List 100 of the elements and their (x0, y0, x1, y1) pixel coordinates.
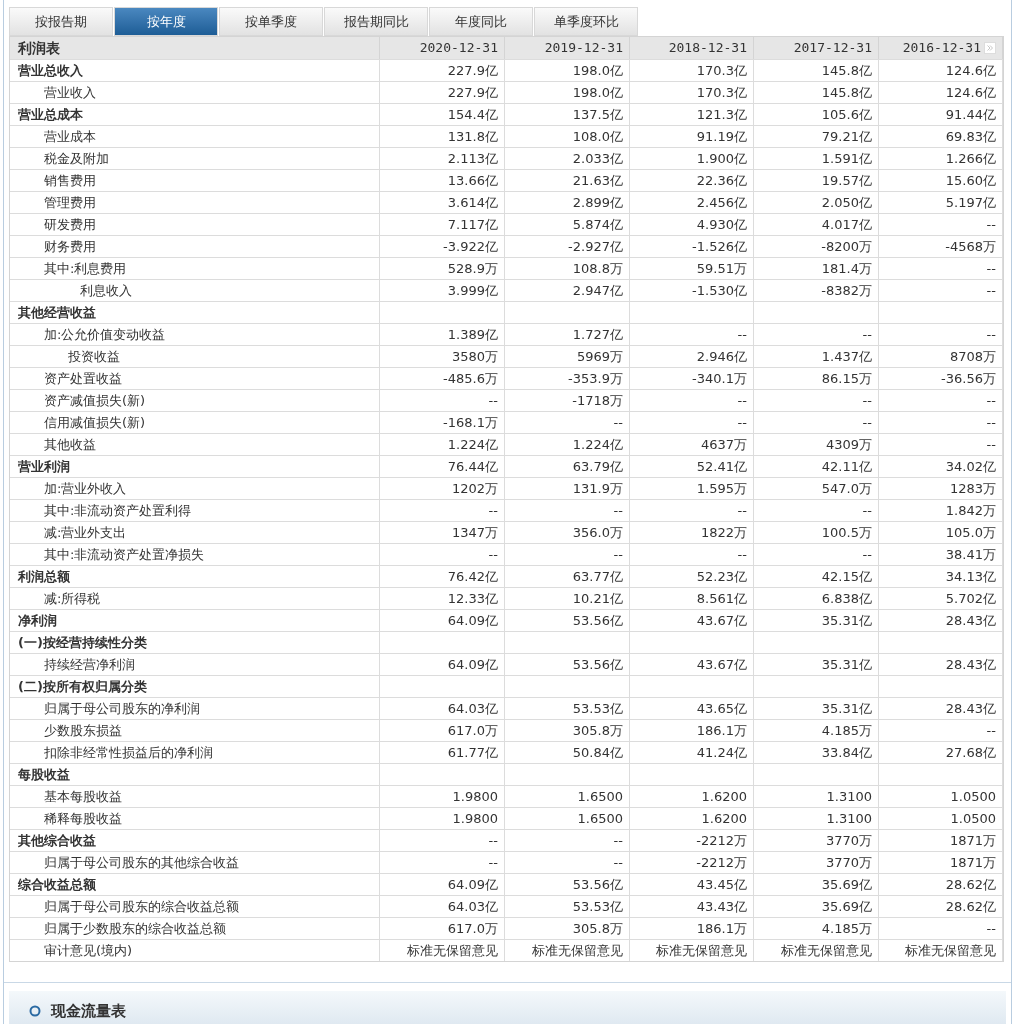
table-cell: 105.6亿 (821, 107, 872, 122)
table-cell: 21.63亿 (572, 173, 623, 188)
table-cell: 28.43亿 (945, 701, 996, 716)
table-cell: -- (737, 393, 747, 408)
table-cell: 86.15万 (821, 371, 872, 386)
table-cell: -- (613, 855, 623, 870)
table-cell: 5969万 (576, 349, 623, 364)
table-title: 利润表 (10, 37, 380, 59)
tab[interactable]: 单季度环比 (534, 7, 638, 36)
table-cell: 19.57亿 (821, 173, 872, 188)
table-cell: 43.65亿 (696, 701, 747, 716)
table-cell: 1.6500 (577, 811, 623, 826)
row-label: 稀释每股收益 (10, 808, 380, 829)
table-cell: 53.56亿 (572, 657, 623, 672)
tab[interactable]: 按单季度 (219, 7, 323, 36)
row-label: 每股收益 (10, 764, 380, 785)
table-cell: 42.15亿 (821, 569, 872, 584)
row-label: 减:营业外支出 (10, 522, 380, 543)
table-cell: 50.84亿 (572, 745, 623, 760)
row-label: 利润总额 (10, 566, 380, 587)
row-label: 审计意见(境内) (10, 940, 380, 961)
table-cell: 121.3亿 (696, 107, 747, 122)
row-label: 净利润 (10, 610, 380, 631)
row-label: 利息收入 (10, 280, 380, 301)
column-header: 2020-12-31 (419, 39, 498, 58)
table-cell: 34.13亿 (945, 569, 996, 584)
table-cell: -- (488, 547, 498, 562)
table-cell: 35.69亿 (821, 899, 872, 914)
table-cell: 5.702亿 (945, 591, 996, 606)
table-cell: 43.43亿 (696, 899, 747, 914)
table-cell: 305.8万 (572, 921, 623, 936)
row-label: 其中:非流动资产处置利得 (10, 500, 380, 521)
tab[interactable]: 报告期同比 (324, 7, 428, 36)
row-label: 销售费用 (10, 170, 380, 191)
table-cell: 3770万 (825, 833, 872, 848)
table-cell: -- (986, 217, 996, 232)
table-cell: 2.946亿 (696, 349, 747, 364)
table-cell: -340.1万 (692, 371, 747, 386)
row-label: 其中:利息费用 (10, 258, 380, 279)
table-cell: 63.79亿 (572, 459, 623, 474)
table-cell: 69.83亿 (945, 129, 996, 144)
table-cell: 4309万 (825, 437, 872, 452)
table-cell: -- (986, 327, 996, 342)
row-label: 基本每股收益 (10, 786, 380, 807)
table-cell: -- (488, 503, 498, 518)
table-cell: 1.6200 (701, 789, 747, 804)
row-label: 归属于母公司股东的综合收益总额 (10, 896, 380, 917)
table-cell: 124.6亿 (945, 63, 996, 78)
table-cell: -- (737, 415, 747, 430)
table-cell: 38.41万 (945, 547, 996, 562)
table-cell: 617.0万 (447, 723, 498, 738)
table-cell: 33.84亿 (821, 745, 872, 760)
table-cell: 1871万 (949, 855, 996, 870)
table-cell: 8708万 (949, 349, 996, 364)
table-cell: -- (862, 547, 872, 562)
table-cell: 1.437亿 (821, 349, 872, 364)
tab[interactable]: 按报告期 (9, 7, 113, 36)
table-cell: 617.0万 (447, 921, 498, 936)
table-cell: 1.3100 (826, 789, 872, 804)
table-cell: -1.526亿 (692, 239, 747, 254)
row-label: 信用减值损失(新) (10, 412, 380, 433)
table-cell: 2.050亿 (821, 195, 872, 210)
row-label: 营业收入 (10, 82, 380, 103)
column-header: 2016-12-31 (902, 39, 981, 58)
table-cell: 28.62亿 (945, 877, 996, 892)
table-cell: 1.266亿 (945, 151, 996, 166)
table-cell: -- (737, 327, 747, 342)
table-cell: 35.31亿 (821, 613, 872, 628)
table-cell: 4.185万 (821, 921, 872, 936)
table-cell: -1718万 (572, 393, 623, 408)
table-cell: 1.842万 (945, 503, 996, 518)
table-cell: 34.02亿 (945, 459, 996, 474)
table-cell: 1.6200 (701, 811, 747, 826)
table-cell: 6.838亿 (821, 591, 872, 606)
table-cell: 53.53亿 (572, 701, 623, 716)
table-cell: 1.727亿 (572, 327, 623, 342)
table-cell: 2.113亿 (447, 151, 498, 166)
tab[interactable]: 按年度 (114, 7, 218, 36)
table-cell: 76.42亿 (447, 569, 498, 584)
table-cell: 181.4万 (821, 261, 872, 276)
tab[interactable]: 年度同比 (429, 7, 533, 36)
table-cell: -- (986, 261, 996, 276)
circle-icon (29, 1005, 41, 1017)
table-cell: -353.9万 (568, 371, 623, 386)
table-cell: 4.017亿 (821, 217, 872, 232)
table-cell: 305.8万 (572, 723, 623, 738)
table-cell: -- (986, 437, 996, 452)
table-cell: 186.1万 (696, 921, 747, 936)
chevrons-right-icon[interactable] (984, 42, 996, 54)
table-cell: 100.5万 (821, 525, 872, 540)
table-cell: -- (986, 921, 996, 936)
table-cell: 1.0500 (950, 789, 996, 804)
table-cell: 53.53亿 (572, 899, 623, 914)
table-cell: 53.56亿 (572, 613, 623, 628)
table-cell: -- (986, 415, 996, 430)
table-cell: 105.0万 (945, 525, 996, 540)
table-cell: 63.77亿 (572, 569, 623, 584)
table-cell: 64.03亿 (447, 701, 498, 716)
table-cell: 186.1万 (696, 723, 747, 738)
table-cell: 64.09亿 (447, 657, 498, 672)
